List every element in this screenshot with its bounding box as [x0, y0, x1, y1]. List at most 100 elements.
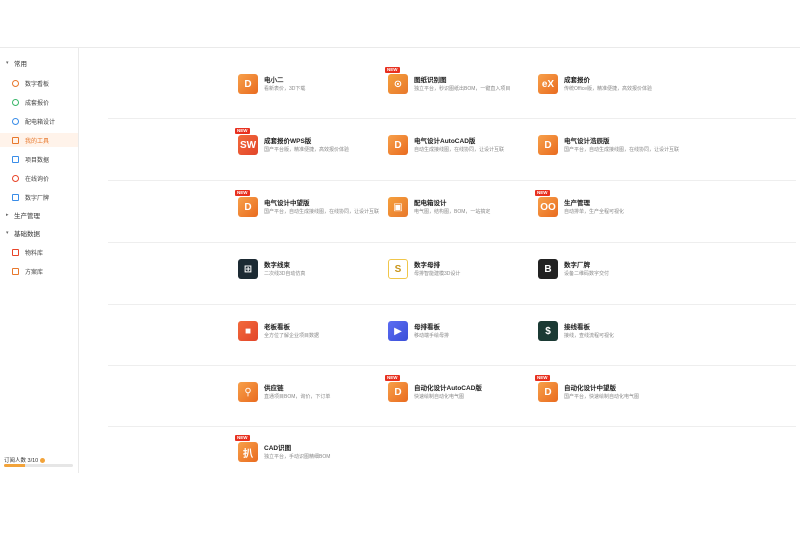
app-drawing-recognition-logo-icon: ⊙ [388, 74, 408, 94]
check-circle-icon [12, 98, 19, 106]
sidebar-item-project-data[interactable]: 项目数据 [12, 152, 49, 166]
price-icon [12, 174, 19, 182]
sidebar: ▾ 常用 数字看板 成套报价 配电箱设计 我的工具 项目数据 在线询价 数字厂牌… [0, 48, 79, 473]
subscription-quota: 订阅人数 3/10 [4, 456, 45, 464]
app-description: 快速绘制自动化电气图 [414, 394, 465, 400]
app-busbar-logo-icon: S [388, 259, 408, 279]
sidebar-group-base-data[interactable]: ▾ 基础数据 [6, 228, 40, 238]
sidebar-group-production[interactable]: ▸ 生产管理 [6, 210, 40, 220]
app-design-zwcad-card[interactable]: D NEW 电气设计中望版 国产平台，自动生成接线图，在线协同，让设计互联 [235, 190, 388, 225]
sidebar-item-nameplate[interactable]: 数字厂牌 [12, 190, 49, 204]
app-title: 电气设计浩辰版 [564, 138, 610, 145]
app-design-haochen-logo-icon: D [538, 135, 558, 155]
sidebar-item-material-lib[interactable]: 物料库 [12, 245, 43, 259]
app-description: 传统Office版，精准便捷，高效报价体验 [564, 86, 652, 92]
row-divider [108, 118, 796, 119]
app-title: CAD识图 [264, 445, 292, 452]
app-title: 成套报价WPS版 [264, 138, 312, 145]
grid-icon [12, 155, 19, 163]
app-description: 看新表价，3D下载 [264, 86, 306, 92]
app-busbar-board-card[interactable]: ▶ 母排看板 移动端手绘母排 [388, 319, 538, 349]
app-title: 供应链 [264, 385, 284, 392]
app-description: 国产平台，自动生成接线图，在线协同，让设计互联 [264, 209, 380, 215]
app-description: 设备二维码数字交付 [564, 271, 610, 277]
app-title: 成套报价 [564, 77, 590, 84]
sidebar-item-box-design[interactable]: 配电箱设计 [12, 114, 55, 128]
material-icon [12, 248, 19, 256]
chevron-down-icon: ▾ [6, 60, 9, 66]
app-dianxiaoer-card[interactable]: D 电小二看新表价，3D下载 [238, 72, 388, 102]
sidebar-item-label: 方案库 [25, 269, 44, 276]
app-box-design-card[interactable]: ▣ 配电箱设计 电气图，结构图，BOM，一站搞定 [388, 195, 538, 225]
app-title: 生产管理 [564, 200, 590, 207]
app-design-zwcad-logo-icon: D [238, 197, 258, 217]
app-automation-zwcad-card[interactable]: D NEW 自动化设计中望版 国产平台，快速绘制自动化电气图 [535, 375, 688, 410]
app-description: 国产平台版，精准便捷，高效报价体验 [264, 147, 350, 153]
app-title: 自动化设计AutoCAD版 [414, 385, 482, 392]
app-supply-chain-logo-icon: ⚲ [238, 382, 258, 402]
group-label: 常用 [14, 61, 27, 68]
app-description: 母排智能建模3D设计 [414, 271, 461, 277]
app-description: 自动排单，生产全程可视化 [564, 209, 625, 215]
app-production-logo-icon: OO [538, 197, 558, 217]
app-title: 电气设计AutoCAD版 [414, 138, 476, 145]
quota-progress-bar [4, 464, 73, 467]
app-wire-harness-logo-icon: ⊞ [238, 259, 258, 279]
sidebar-item-label: 我的工具 [25, 138, 50, 145]
app-description: 二次线3D自动仿真 [264, 271, 306, 277]
row-divider [108, 426, 796, 427]
app-automation-autocad-logo-icon: D [388, 382, 408, 402]
app-design-autocad-card[interactable]: D 电气设计AutoCAD版自动生成接线图，在线协同，让设计互联 [388, 133, 538, 163]
app-quote-card[interactable]: eX 成套报价传统Office版，精准便捷，高效报价体验 [538, 72, 688, 102]
app-production-card[interactable]: OO NEW 生产管理 自动排单，生产全程可视化 [535, 190, 688, 225]
app-automation-zwcad-logo-icon: D [538, 382, 558, 402]
top-bar [0, 0, 800, 48]
app-design-autocad-logo-icon: D [388, 135, 408, 155]
app-description: 独立平台，秒识图纸出BOM，一键直入项目 [414, 86, 511, 92]
app-wiring-board-card[interactable]: $ 接线看板 接线，查线流程可视化 [538, 319, 688, 349]
sidebar-item-quote[interactable]: 成套报价 [12, 95, 49, 109]
app-title: 自动化设计中望版 [564, 385, 616, 392]
app-title: 电气设计中望版 [264, 200, 310, 207]
app-title: 电小二 [264, 77, 284, 84]
plan-icon [12, 267, 19, 275]
app-nameplate-card[interactable]: B 数字厂牌 设备二维码数字交付 [538, 257, 688, 287]
app-description: 直通项目BOM，询价，下订单 [264, 394, 331, 400]
tool-icon [12, 136, 19, 144]
app-wire-harness-card[interactable]: ⊞ 数字线束 二次线3D自动仿真 [238, 257, 388, 287]
app-boss-board-card[interactable]: ■ 老板看板 全方位了解企业项目数据 [238, 319, 388, 349]
app-dianxiaoer-logo-icon: D [238, 74, 258, 94]
app-description: 国产平台，自动生成接线图，在线协同，让设计互联 [564, 147, 680, 153]
sidebar-item-label: 配电箱设计 [25, 119, 56, 126]
app-design-haochen-card[interactable]: D 电气设计浩辰版国产平台，自动生成接线图，在线协同，让设计互联 [538, 133, 688, 163]
sidebar-item-label: 数字厂牌 [25, 195, 50, 202]
sidebar-group-common[interactable]: ▾ 常用 [6, 58, 27, 68]
sidebar-item-plan-lib[interactable]: 方案库 [12, 264, 43, 278]
app-nameplate-logo-icon: B [538, 259, 558, 279]
row-divider [108, 304, 796, 305]
app-drawing-recognition-card[interactable]: ⊙ NEW 图纸识别图 独立平台，秒识图纸出BOM，一键直入项目 [385, 67, 538, 102]
app-busbar-card[interactable]: S 数字母排母排智能建模3D设计 [388, 257, 538, 287]
sidebar-item-online-inquiry[interactable]: 在线询价 [12, 171, 49, 185]
app-box-design-logo-icon: ▣ [388, 197, 408, 217]
sidebar-item-label: 数字看板 [25, 81, 50, 88]
app-title: 图纸识别图 [414, 77, 447, 84]
app-description: 独立平台，手动识图精细BOM [264, 454, 331, 460]
app-description: 全方位了解企业项目数据 [264, 333, 320, 339]
app-supply-chain-card[interactable]: ⚲ 供应链直通项目BOM，询价，下订单 [238, 380, 388, 410]
app-automation-autocad-card[interactable]: D NEW 自动化设计AutoCAD版 快速绘制自动化电气图 [385, 375, 538, 410]
app-cad-recognition-card[interactable]: 扒 NEW CAD识图 独立平台，手动识图精细BOM [235, 435, 388, 470]
app-quote-logo-icon: eX [538, 74, 558, 94]
sidebar-item-my-tools[interactable]: 我的工具 [12, 133, 49, 147]
app-description: 自动生成接线图，在线协同，让设计互联 [414, 147, 505, 153]
app-title: 数字母排 [414, 262, 440, 269]
app-title: 配电箱设计 [414, 200, 447, 207]
app-quote-wps-card[interactable]: SW NEW 成套报价WPS版 国产平台版，精准便捷，高效报价体验 [235, 128, 388, 163]
new-badge: NEW [385, 375, 400, 381]
sidebar-item-digital-board[interactable]: 数字看板 [12, 76, 49, 90]
app-title: 母排看板 [414, 324, 440, 331]
app-description: 接线，查线流程可视化 [564, 333, 615, 339]
info-icon[interactable] [39, 458, 45, 464]
new-badge: NEW [235, 435, 250, 441]
group-label: 生产管理 [14, 213, 40, 220]
